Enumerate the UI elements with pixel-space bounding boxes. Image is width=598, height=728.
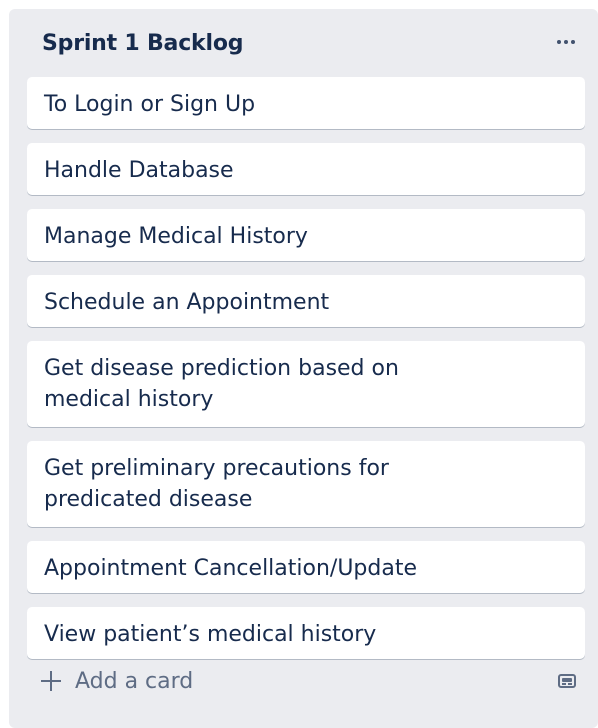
list-menu-button[interactable] — [548, 27, 584, 57]
card[interactable]: Appointment Cancellation/Update — [27, 541, 585, 593]
add-card-button[interactable]: Add a card — [27, 659, 193, 703]
card-composer: Add a card — [27, 659, 585, 703]
card-template-icon — [558, 674, 576, 688]
card[interactable]: Schedule an Appointment — [27, 275, 585, 327]
card-title: Get preliminary precautions for predicat… — [44, 456, 389, 512]
list-header: Sprint 1 Backlog — [9, 9, 598, 75]
card[interactable]: Get disease prediction based on medical … — [27, 341, 585, 427]
card[interactable]: Get preliminary precautions for predicat… — [27, 441, 585, 527]
card-title: To Login or Sign Up — [44, 91, 256, 117]
card[interactable]: To Login or Sign Up — [27, 77, 585, 129]
create-from-template-button[interactable] — [551, 665, 583, 697]
card-title: Get disease prediction based on medical … — [44, 356, 399, 412]
card-title: Appointment Cancellation/Update — [44, 555, 418, 581]
more-icon — [557, 40, 575, 44]
card[interactable]: Handle Database — [27, 143, 585, 195]
card-title: View patient’s medical history — [44, 621, 377, 647]
plus-icon — [41, 671, 61, 691]
list-title[interactable]: Sprint 1 Backlog — [42, 31, 243, 56]
card[interactable]: Manage Medical History — [27, 209, 585, 261]
card-title: Handle Database — [44, 157, 234, 183]
card-title: Manage Medical History — [44, 223, 308, 249]
card[interactable]: View patient’s medical history — [27, 607, 585, 659]
add-card-label: Add a card — [75, 668, 194, 694]
card-list: To Login or Sign Up Handle Database Mana… — [27, 77, 585, 673]
card-title: Schedule an Appointment — [44, 289, 330, 315]
backlog-list: Sprint 1 Backlog To Login or Sign Up Han… — [9, 9, 598, 728]
